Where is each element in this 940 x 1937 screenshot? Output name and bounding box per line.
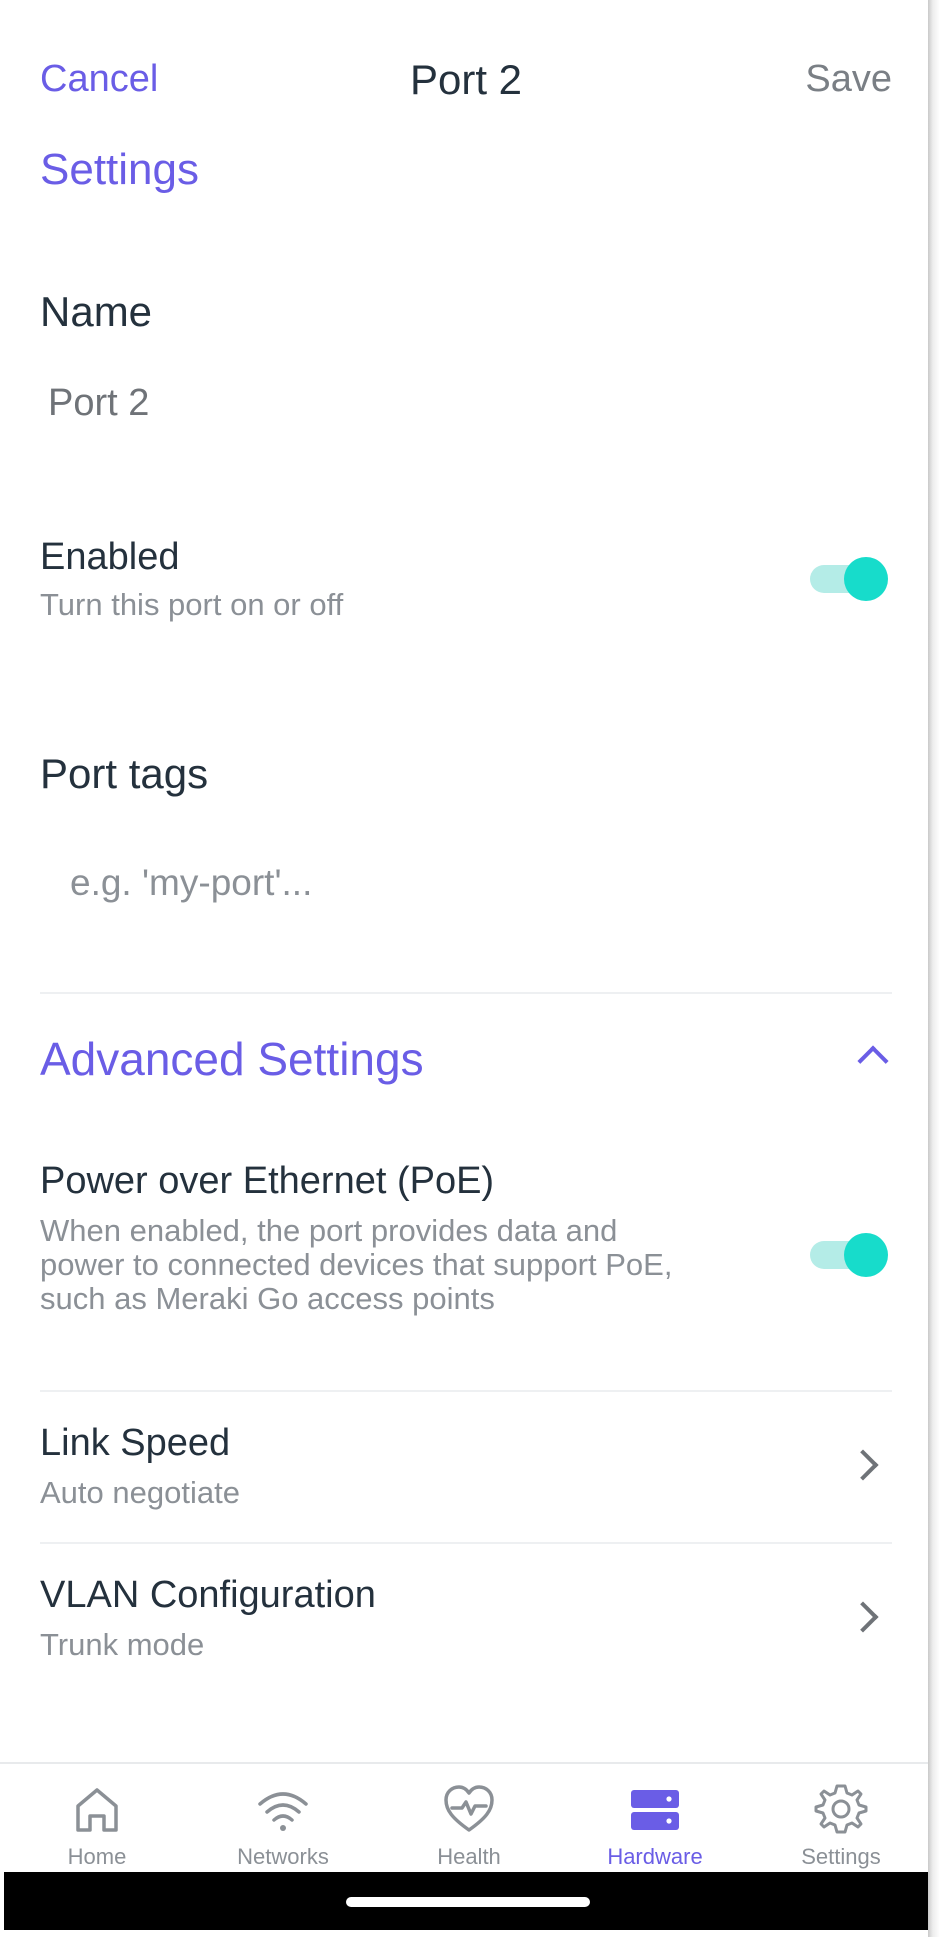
tab-settings-label: Settings [801, 1844, 881, 1869]
window-edge-shadow [928, 0, 940, 1937]
vlan-title: VLAN Configuration [40, 1574, 376, 1616]
tab-networks-label: Networks [237, 1844, 329, 1869]
enabled-toggle[interactable] [808, 556, 888, 602]
link-speed-row[interactable]: Link Speed Auto negotiate [0, 1392, 932, 1542]
poe-subtitle: When enabled, the port provides data and… [40, 1213, 673, 1316]
poe-title: Power over Ethernet (PoE) [40, 1160, 495, 1202]
tab-settings[interactable]: Settings [748, 1764, 934, 1874]
name-label: Name [40, 288, 153, 335]
poe-toggle-knob [844, 1233, 888, 1277]
divider [40, 992, 892, 994]
enabled-toggle-knob [844, 557, 888, 601]
vlan-value: Trunk mode [40, 1627, 205, 1662]
navigation-header: Cancel Port 2 Save [0, 0, 932, 150]
home-icon [76, 1788, 118, 1832]
settings-heading: Settings [40, 145, 199, 194]
home-indicator[interactable] [346, 1897, 590, 1907]
poe-toggle[interactable] [808, 1232, 888, 1278]
home-indicator-bar [4, 1872, 928, 1930]
save-button[interactable]: Save [805, 58, 892, 101]
enabled-subtitle: Turn this port on or off [40, 587, 344, 622]
port-tags-label: Port tags [40, 750, 209, 797]
link-speed-title: Link Speed [40, 1422, 231, 1464]
tab-home-label: Home [67, 1844, 127, 1869]
port-tags-input[interactable] [70, 858, 890, 908]
tab-home[interactable]: Home [4, 1764, 190, 1874]
wifi-icon [258, 1792, 308, 1831]
chevron-right-icon [847, 1601, 879, 1633]
link-speed-value: Auto negotiate [40, 1475, 240, 1510]
name-field[interactable]: Port 2 [48, 382, 149, 425]
enabled-title: Enabled [40, 536, 180, 578]
vlan-configuration-row[interactable]: VLAN Configuration Trunk mode [0, 1544, 932, 1694]
health-heart-icon [444, 1785, 494, 1832]
tab-networks[interactable]: Networks [190, 1764, 376, 1874]
chevron-right-icon [847, 1449, 879, 1481]
advanced-settings-toggle[interactable]: Advanced Settings [40, 1032, 424, 1086]
chevron-up-icon[interactable] [857, 1045, 889, 1077]
gear-icon [814, 1784, 868, 1834]
tab-hardware-label: Hardware [607, 1844, 703, 1869]
tab-hardware[interactable]: Hardware [562, 1764, 748, 1874]
tab-bar: Home Networks Health Hardware Settings [0, 1762, 932, 1872]
screen: Cancel Port 2 Save Settings Name Port 2 … [0, 0, 932, 1937]
hardware-server-icon [631, 1790, 679, 1830]
page-title: Port 2 [409, 56, 523, 103]
tab-health[interactable]: Health [376, 1764, 562, 1874]
tab-health-label: Health [437, 1844, 501, 1869]
